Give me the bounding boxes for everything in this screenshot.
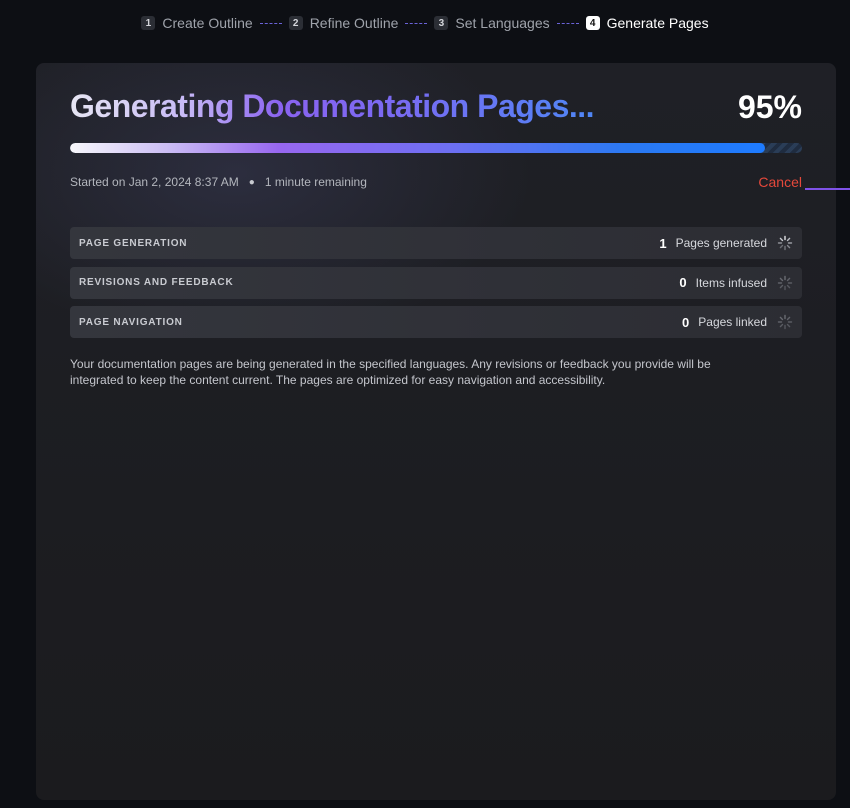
- row-label: REVISIONS AND FEEDBACK: [79, 277, 234, 288]
- step-number: 4: [585, 16, 600, 30]
- step-connector: [556, 22, 579, 24]
- row-count: 1: [659, 235, 667, 251]
- row-unit: Pages linked: [698, 315, 767, 329]
- step-set-languages[interactable]: 3 Set Languages: [434, 15, 550, 31]
- row-unit: Pages generated: [675, 236, 767, 250]
- step-create-outline[interactable]: 1 Create Outline: [141, 15, 253, 31]
- step-label: Generate Pages: [606, 15, 709, 31]
- row-count: 0: [682, 314, 690, 330]
- step-refine-outline[interactable]: 2 Refine Outline: [288, 15, 399, 31]
- spinner-icon: [777, 314, 793, 330]
- cancel-indicator-line: [805, 188, 850, 190]
- step-label: Create Outline: [162, 15, 253, 31]
- row-count: 0: [679, 275, 687, 290]
- step-number: 2: [288, 16, 303, 30]
- separator-dot: ●: [248, 176, 255, 188]
- cancel-button[interactable]: Cancel: [758, 174, 802, 190]
- status-list: PAGE GENERATION 1 Pages generated REVISI…: [70, 227, 802, 346]
- started-timestamp: Started on Jan 2, 2024 8:37 AM: [70, 175, 239, 189]
- status-row-revisions-feedback: REVISIONS AND FEEDBACK 0 Items infused: [70, 266, 802, 299]
- spinner-icon: [777, 275, 793, 290]
- step-connector: [259, 22, 282, 24]
- spinner-icon: [777, 235, 793, 251]
- step-number: 1: [141, 16, 156, 30]
- row-label: PAGE NAVIGATION: [79, 316, 183, 328]
- generation-panel: Generating Documentation Pages... 95% St…: [36, 63, 836, 800]
- status-row-page-navigation: PAGE NAVIGATION 0 Pages linked: [70, 306, 802, 338]
- step-number: 3: [434, 16, 449, 30]
- step-label: Refine Outline: [309, 15, 399, 31]
- page-title: Generating Documentation Pages...: [70, 88, 595, 124]
- step-label: Set Languages: [455, 15, 550, 31]
- generation-description: Your documentation pages are being gener…: [70, 357, 711, 387]
- progress-stepper: 1 Create Outline 2 Refine Outline 3 Set …: [0, 15, 850, 31]
- status-row-page-generation: PAGE GENERATION 1 Pages generated: [70, 227, 802, 259]
- generation-meta: Started on Jan 2, 2024 8:37 AM ● 1 minut…: [70, 175, 367, 189]
- progress-fill: [70, 143, 766, 153]
- step-connector: [405, 22, 428, 24]
- progress-percent: 95%: [737, 89, 802, 125]
- row-unit: Items infused: [695, 275, 767, 290]
- progress-bar: [70, 143, 802, 153]
- row-label: PAGE GENERATION: [79, 237, 188, 249]
- time-remaining: 1 minute remaining: [264, 175, 367, 189]
- step-generate-pages[interactable]: 4 Generate Pages: [585, 15, 709, 31]
